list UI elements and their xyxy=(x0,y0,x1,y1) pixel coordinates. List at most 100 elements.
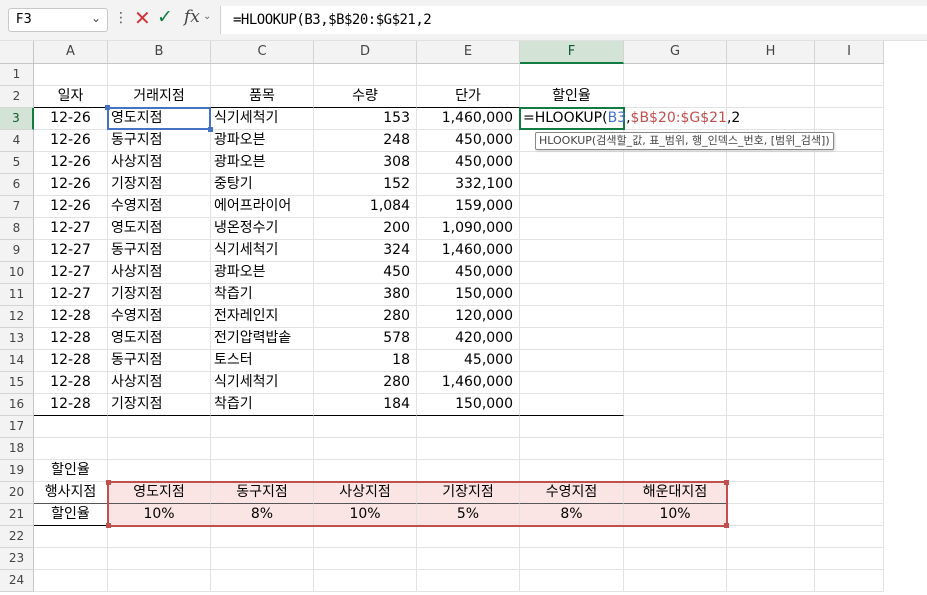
insert-function-button[interactable]: fx xyxy=(184,7,200,27)
discount-rate[interactable]: 10% xyxy=(108,504,211,526)
cell[interactable] xyxy=(417,526,520,548)
cell[interactable] xyxy=(417,570,520,592)
table-cell[interactable]: 1,460,000 xyxy=(417,240,520,262)
table-cell[interactable]: 248 xyxy=(314,130,417,152)
row-header-13[interactable]: 13 xyxy=(0,328,34,350)
cell[interactable] xyxy=(727,64,815,86)
table-cell[interactable]: 332,100 xyxy=(417,174,520,196)
cell[interactable] xyxy=(417,438,520,460)
discount-branch[interactable]: 해운대지점 xyxy=(624,482,727,504)
column-header-f[interactable]: F xyxy=(520,41,624,64)
table-cell[interactable]: 159,000 xyxy=(417,196,520,218)
column-header-h[interactable]: H xyxy=(727,41,815,64)
table-header[interactable]: 일자 xyxy=(34,86,108,108)
cell[interactable] xyxy=(34,548,108,570)
cell[interactable] xyxy=(624,152,727,174)
cell[interactable] xyxy=(211,526,314,548)
cell[interactable] xyxy=(727,152,815,174)
table-cell[interactable]: 12-26 xyxy=(34,108,108,130)
cell[interactable] xyxy=(624,262,727,284)
table-cell[interactable]: 에어프라이어 xyxy=(211,196,314,218)
column-header-d[interactable]: D xyxy=(314,41,417,64)
table-cell[interactable]: 수영지점 xyxy=(108,196,211,218)
more-options-icon[interactable]: ⋮ xyxy=(114,10,128,26)
discount-rate[interactable]: 10% xyxy=(624,504,727,526)
cell[interactable] xyxy=(624,240,727,262)
table-header[interactable]: 단가 xyxy=(417,86,520,108)
row-header-20[interactable]: 20 xyxy=(0,482,34,504)
table-cell[interactable]: 광파오븐 xyxy=(211,262,314,284)
table-cell[interactable]: 1,460,000 xyxy=(417,108,520,130)
table-cell[interactable]: 12-28 xyxy=(34,328,108,350)
column-header-e[interactable]: E xyxy=(417,41,520,64)
cell[interactable] xyxy=(314,416,417,438)
discount-cell[interactable] xyxy=(520,328,624,350)
table-cell[interactable]: 전기압력밥솥 xyxy=(211,328,314,350)
cell[interactable] xyxy=(34,416,108,438)
cell[interactable] xyxy=(727,372,815,394)
cell[interactable] xyxy=(727,306,815,328)
cell[interactable] xyxy=(520,460,624,482)
cell[interactable] xyxy=(417,460,520,482)
row-header-6[interactable]: 6 xyxy=(0,174,34,196)
cell[interactable] xyxy=(815,350,884,372)
cell[interactable] xyxy=(815,438,884,460)
cell[interactable] xyxy=(815,570,884,592)
table-cell[interactable]: 착즙기 xyxy=(211,284,314,306)
row-header-9[interactable]: 9 xyxy=(0,240,34,262)
cell[interactable] xyxy=(727,350,815,372)
row-header-11[interactable]: 11 xyxy=(0,284,34,306)
table-cell[interactable]: 1,084 xyxy=(314,196,417,218)
table-cell[interactable]: 12-26 xyxy=(34,130,108,152)
cell[interactable] xyxy=(815,306,884,328)
cell[interactable] xyxy=(727,196,815,218)
table-cell[interactable]: 냉온정수기 xyxy=(211,218,314,240)
table-cell[interactable]: 152 xyxy=(314,174,417,196)
table-cell[interactable]: 1,090,000 xyxy=(417,218,520,240)
discount-row-label[interactable]: 할인율 xyxy=(34,504,108,526)
cell[interactable] xyxy=(314,526,417,548)
table-cell[interactable]: 광파오븐 xyxy=(211,152,314,174)
cell[interactable] xyxy=(624,174,727,196)
cell[interactable] xyxy=(815,86,884,108)
cell[interactable] xyxy=(108,526,211,548)
cell[interactable] xyxy=(815,174,884,196)
table-cell[interactable]: 150,000 xyxy=(417,394,520,416)
active-cell-editor[interactable]: =HLOOKUP(B3,$B$20:$G$21,2 xyxy=(519,107,740,130)
discount-cell[interactable] xyxy=(520,240,624,262)
cell[interactable] xyxy=(727,526,815,548)
cell[interactable] xyxy=(211,438,314,460)
chevron-down-icon[interactable]: ⌄ xyxy=(91,11,101,25)
cell[interactable] xyxy=(624,438,727,460)
cell[interactable] xyxy=(815,284,884,306)
table-cell[interactable]: 12-27 xyxy=(34,284,108,306)
cell[interactable] xyxy=(211,64,314,86)
cell[interactable] xyxy=(624,284,727,306)
table-cell[interactable]: 사상지점 xyxy=(108,372,211,394)
cell[interactable] xyxy=(520,64,624,86)
column-header-g[interactable]: G xyxy=(624,41,727,64)
cell[interactable] xyxy=(727,174,815,196)
cell[interactable] xyxy=(815,416,884,438)
table-cell[interactable]: 420,000 xyxy=(417,328,520,350)
table-cell[interactable]: 153 xyxy=(314,108,417,130)
cell[interactable] xyxy=(727,570,815,592)
discount-cell[interactable] xyxy=(520,262,624,284)
table-cell[interactable]: 기장지점 xyxy=(108,284,211,306)
cell[interactable] xyxy=(815,394,884,416)
close-icon[interactable]: ✕ xyxy=(134,6,151,30)
cell[interactable] xyxy=(815,504,884,526)
cell[interactable] xyxy=(520,416,624,438)
table-cell[interactable]: 450,000 xyxy=(417,152,520,174)
cell[interactable] xyxy=(624,416,727,438)
cell[interactable] xyxy=(624,306,727,328)
cell[interactable] xyxy=(815,196,884,218)
cell[interactable] xyxy=(727,328,815,350)
discount-cell[interactable] xyxy=(520,196,624,218)
cell[interactable] xyxy=(108,548,211,570)
table-cell[interactable]: 영도지점 xyxy=(108,218,211,240)
table-cell[interactable]: 450,000 xyxy=(417,130,520,152)
table-header[interactable]: 할인율 xyxy=(520,86,624,108)
cell[interactable] xyxy=(727,394,815,416)
cell[interactable] xyxy=(520,526,624,548)
